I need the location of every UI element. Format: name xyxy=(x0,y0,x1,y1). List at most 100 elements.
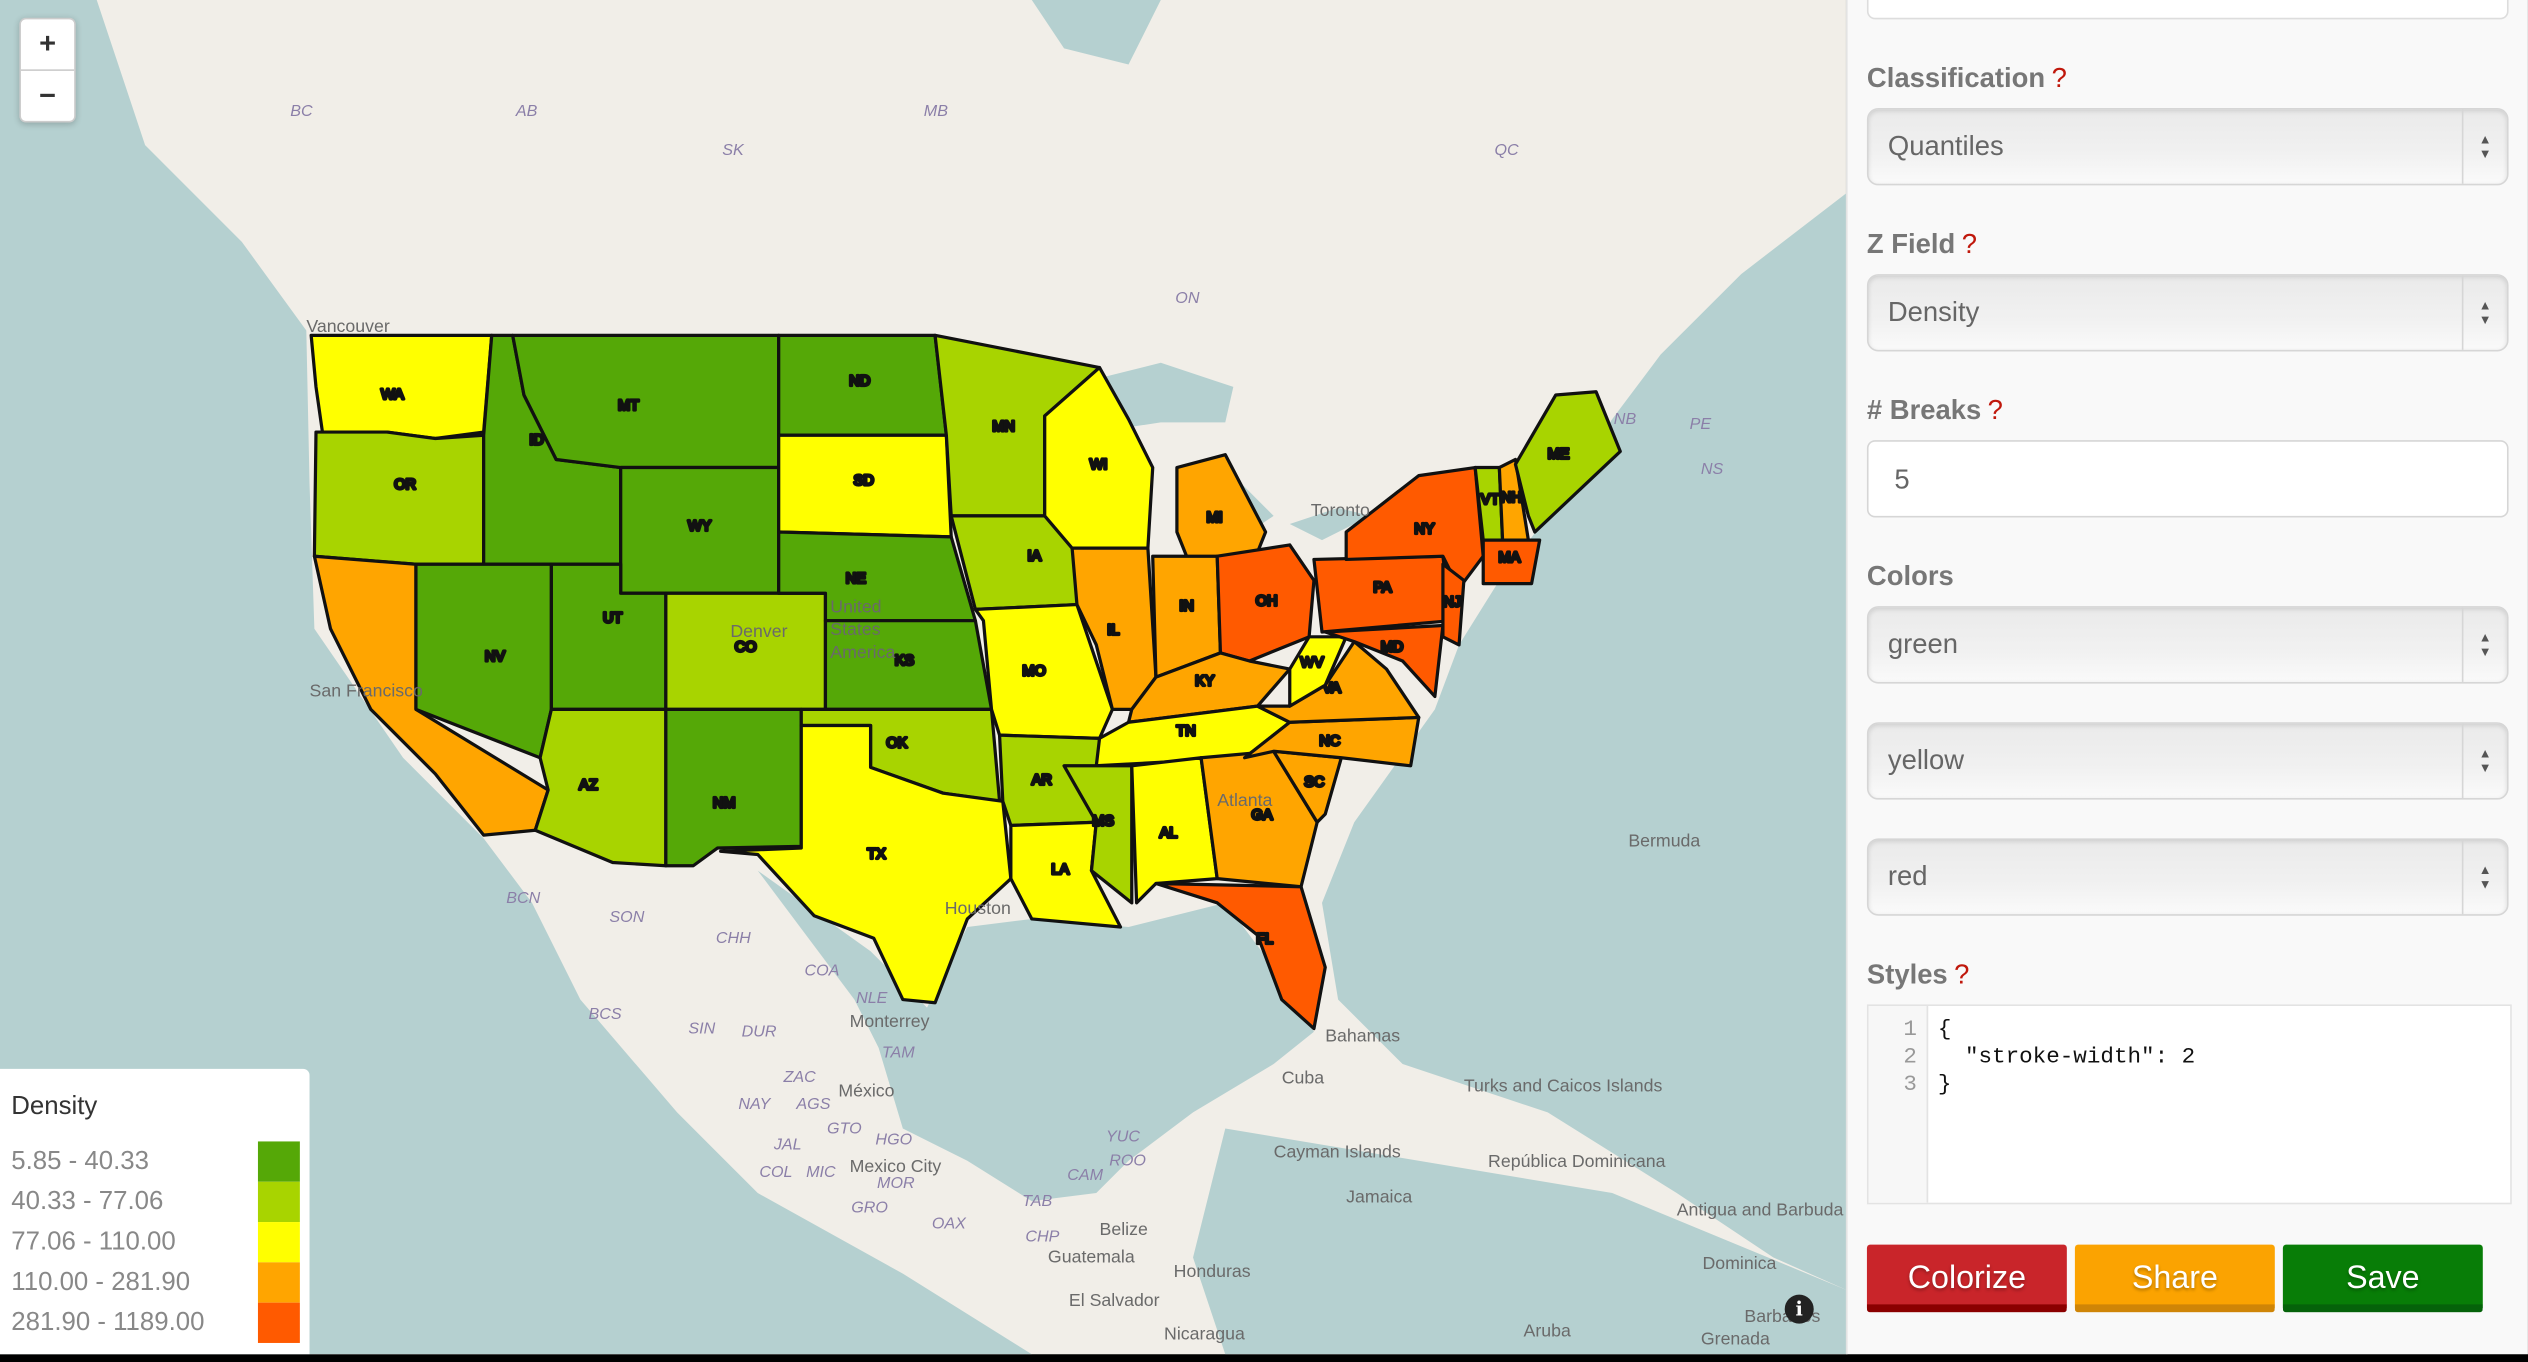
state-label: NH xyxy=(1501,490,1522,506)
select-value: green xyxy=(1887,628,1958,660)
map-place-label: ON xyxy=(1175,290,1200,308)
select-arrows-icon: ▲ ▼ xyxy=(2461,275,2507,350)
save-button[interactable]: Save xyxy=(2282,1244,2483,1313)
state-label: OH xyxy=(1256,593,1278,609)
settings-panel: Classification? Quantiles ▲ ▼ Z Field? Den… xyxy=(1845,0,2528,1355)
zoom-in-button[interactable]: + xyxy=(20,19,75,71)
color-select-3[interactable]: red ▲ ▼ xyxy=(1866,838,2509,916)
state-label: VT xyxy=(1481,492,1500,508)
map-view[interactable]: WAORCAIDMTWYNVUTCOAZNMNDSDNEKSOKTXMNIAMO… xyxy=(0,0,1846,1355)
state-label: NE xyxy=(846,571,866,587)
label-text: Classification xyxy=(1866,62,2046,94)
state-label: NM xyxy=(713,795,736,811)
line-number: 2 xyxy=(1903,1044,1917,1071)
map-place-label: BCN xyxy=(506,889,541,908)
state-or[interactable] xyxy=(312,430,486,566)
state-label: NV xyxy=(485,649,505,665)
state-label: SD xyxy=(854,473,874,489)
map-place-label: Bahamas xyxy=(1325,1026,1401,1047)
state-label: MO xyxy=(1022,663,1045,679)
help-icon[interactable]: ? xyxy=(2052,63,2067,94)
zoom-out-button[interactable]: − xyxy=(21,71,74,121)
color-select-2[interactable]: yellow ▲ ▼ xyxy=(1866,722,2509,800)
map-place-label: SK xyxy=(722,141,744,160)
state-mt[interactable] xyxy=(511,333,781,470)
legend-row-label: 281.90 - 1189.00 xyxy=(11,1309,205,1337)
map-place-label: Antigua and Barbuda xyxy=(1676,1201,1844,1221)
map-place-label: BCS xyxy=(588,1006,622,1024)
line-number: 3 xyxy=(1903,1072,1917,1098)
zfield-label: Z Field? xyxy=(1867,229,1977,261)
styles-code-editor[interactable]: 1 2 3 { "stroke-width": 2 } xyxy=(1866,1004,2512,1205)
state-label: AL xyxy=(1160,826,1178,842)
map-place-label: Jamaica xyxy=(1346,1188,1413,1208)
legend-swatch xyxy=(257,1181,300,1223)
legend-row-label: 5.85 - 40.33 xyxy=(11,1147,149,1176)
map-place-label: Mexico City xyxy=(849,1157,942,1177)
map-place-label: Grenada xyxy=(1700,1330,1770,1350)
colorize-button[interactable]: Colorize xyxy=(1866,1244,2067,1313)
state-label: OR xyxy=(394,477,416,493)
map-place-label: NB xyxy=(1613,411,1637,429)
breaks-input[interactable]: 5 xyxy=(1866,440,2509,518)
select-arrows-icon: ▲ ▼ xyxy=(2461,607,2507,682)
zfield-select[interactable]: Density ▲ ▼ xyxy=(1866,274,2509,352)
map-place-label: GTO xyxy=(827,1120,862,1139)
select-arrows-icon: ▲ ▼ xyxy=(2461,109,2507,184)
help-icon[interactable]: ? xyxy=(1962,229,1977,260)
state-label: WA xyxy=(381,387,404,403)
state-label: NJ xyxy=(1443,595,1461,611)
state-label: NY xyxy=(1414,522,1434,538)
map-place-label: Toronto xyxy=(1310,501,1370,521)
map-place-label: CHH xyxy=(715,930,751,948)
state-label: AR xyxy=(1032,772,1052,788)
state-label: AZ xyxy=(579,777,598,793)
map-place-label: DUR xyxy=(741,1023,777,1042)
map-place-label: Houston xyxy=(944,899,1011,919)
breaks-label: # Breaks? xyxy=(1867,395,2003,427)
map-place-label: SIN xyxy=(688,1020,716,1039)
line-number-gutter: 1 2 3 xyxy=(1868,1006,1929,1203)
state-label: LA xyxy=(1051,862,1069,878)
top-input[interactable] xyxy=(1866,0,2509,20)
map-place-label: Cayman Islands xyxy=(1273,1143,1401,1163)
zoom-control: + − xyxy=(19,17,76,123)
map-place-label: Cuba xyxy=(1281,1068,1325,1089)
help-icon[interactable]: ? xyxy=(1988,395,2003,426)
map-place-label: SON xyxy=(609,909,645,928)
map-place-label: Turks and Caicos Islands xyxy=(1463,1076,1663,1097)
map-place-label: OAX xyxy=(931,1215,966,1234)
state-label: IL xyxy=(1107,623,1119,639)
select-value: red xyxy=(1887,860,1928,892)
map-place-label: Honduras xyxy=(1173,1262,1251,1282)
map-place-label: TAB xyxy=(1022,1193,1053,1211)
info-icon[interactable]: i xyxy=(1784,1294,1814,1324)
map-place-label: HGO xyxy=(875,1131,913,1150)
map-place-label: BC xyxy=(290,103,313,121)
map-legend: Density 5.85 - 40.33 40.33 - 77.06 77.06… xyxy=(0,1068,310,1355)
map-place-label: GRO xyxy=(851,1199,888,1218)
share-button[interactable]: Share xyxy=(2074,1244,2275,1313)
state-label: ID xyxy=(529,433,544,449)
map-place-label: ROO xyxy=(1109,1152,1146,1171)
map-place-label: Aruba xyxy=(1523,1322,1571,1342)
state-label: MD xyxy=(1381,639,1404,655)
map-place-label: QC xyxy=(1494,141,1519,160)
state-nm[interactable] xyxy=(664,707,803,868)
state-az[interactable] xyxy=(533,707,668,868)
map-place-label: MIC xyxy=(806,1164,836,1182)
color-select-1[interactable]: green ▲ ▼ xyxy=(1866,606,2509,684)
legend-swatch xyxy=(257,1222,300,1263)
legend-row-label: 77.06 - 110.00 xyxy=(11,1228,176,1256)
map-place-label: United States America xyxy=(830,598,896,663)
state-label: UT xyxy=(603,610,622,626)
state-label: TX xyxy=(867,847,886,863)
map-place-label: YUC xyxy=(1105,1128,1141,1147)
map-place-label: Denver xyxy=(730,622,788,642)
classification-select[interactable]: Quantiles ▲ ▼ xyxy=(1866,108,2509,186)
select-value: Density xyxy=(1887,296,1980,328)
map-place-label: República Dominicana xyxy=(1488,1152,1666,1173)
line-number: 1 xyxy=(1903,1017,1917,1044)
help-icon[interactable]: ? xyxy=(1954,959,1969,990)
code-line: "stroke-width": 2 xyxy=(1937,1044,2196,1071)
